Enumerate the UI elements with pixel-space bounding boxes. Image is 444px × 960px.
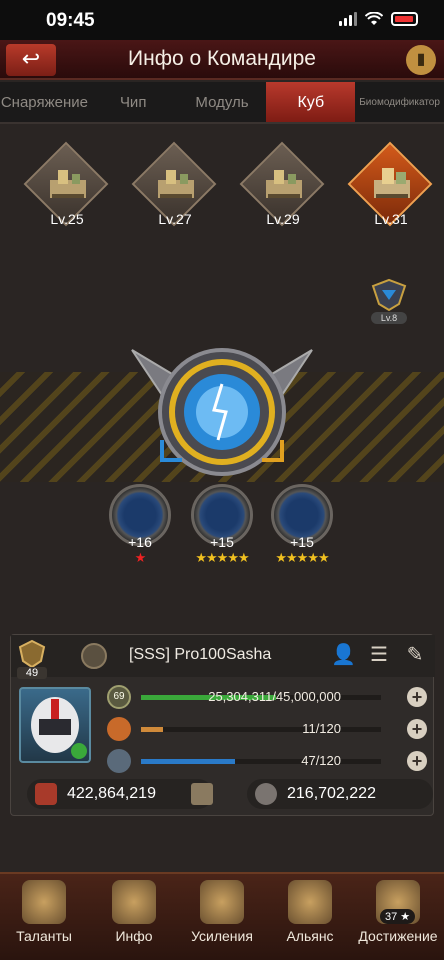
module-stars: ★★★★★ <box>275 550 329 565</box>
info-icon <box>112 880 156 924</box>
profile-settings-icon[interactable]: 👤 <box>331 643 356 667</box>
cube-level-badge[interactable]: Lv.8 <box>369 278 409 324</box>
commander-panel: 49 [SSS] Pro100Sasha 👤 ☰ ✎ 69 25,304,311… <box>10 634 435 816</box>
status-icons <box>339 12 418 26</box>
xp-row: 69 25,304,311/45,000,000 + <box>107 685 427 709</box>
xp-level-badge: 69 <box>107 685 131 709</box>
building-card[interactable]: Lv.25 <box>22 141 112 238</box>
building-card-selected[interactable]: Lv.31 <box>346 141 436 238</box>
commander-avatar[interactable] <box>19 687 91 763</box>
stamina-value: 11/120 <box>302 721 341 736</box>
stats-button[interactable]: ▮ <box>406 45 436 75</box>
module-stars: ★★★★★ <box>195 550 249 565</box>
tab-biomodifier[interactable]: Биомодификатор <box>355 82 444 122</box>
add-stamina-button[interactable]: + <box>407 719 427 739</box>
boosts-icon <box>200 880 244 924</box>
module-slots: +16 ★ +15 ★★★★★ +15 ★★★★★ <box>0 484 444 574</box>
achievement-count-badge: 37 ★ <box>380 909 416 924</box>
nav-label: Инфо <box>115 928 153 944</box>
power-info-cell <box>189 779 217 809</box>
xp-value: 25,304,311/45,000,000 <box>208 689 341 704</box>
helmet-icon <box>31 697 87 759</box>
power-info-icon[interactable] <box>191 783 213 805</box>
tab-equipment[interactable]: Снаряжение <box>0 82 89 122</box>
battery-icon <box>391 12 418 26</box>
nav-info[interactable]: Инфо <box>90 880 178 944</box>
tab-chip[interactable]: Чип <box>89 82 178 122</box>
building-level: Lv.29 <box>266 211 300 227</box>
add-xp-button[interactable]: + <box>407 687 427 707</box>
module-slot[interactable]: +15 ★★★★★ <box>268 484 336 566</box>
title-bar: ↩ Инфо о Командире ▮ <box>0 40 444 80</box>
cube-emblem-icon <box>371 278 407 312</box>
commander-header: 49 [SSS] Pro100Sasha 👤 ☰ ✎ <box>11 635 435 679</box>
tab-module[interactable]: Модуль <box>178 82 267 122</box>
stamina-capsule-icon <box>107 717 131 741</box>
module-value: +16 <box>128 534 152 550</box>
nav-alliance[interactable]: Альянс <box>266 880 354 944</box>
nav-boosts[interactable]: Усиления <box>178 880 266 944</box>
nav-label: Альянс <box>286 928 334 944</box>
stamina-row: 11/120 + <box>107 717 427 741</box>
factory-icon <box>374 168 410 198</box>
building-level: Lv.27 <box>158 211 192 227</box>
factory-icon <box>266 170 302 198</box>
status-bar: 09:45 <box>0 0 444 40</box>
list-icon[interactable]: ☰ <box>367 643 391 667</box>
energy-cube-icon <box>131 348 313 476</box>
building-level: Lv.31 <box>374 211 408 227</box>
nav-label: Достижение <box>358 928 438 944</box>
building-level: Lv.25 <box>50 211 84 227</box>
power-value: 422,864,219 <box>67 785 156 802</box>
kills-value: 216,702,222 <box>287 785 376 802</box>
alliance-crest-icon[interactable] <box>81 643 107 669</box>
talents-icon <box>22 880 66 924</box>
building-card[interactable]: Lv.29 <box>238 141 328 238</box>
kills-stat: 216,702,222 <box>247 779 433 809</box>
rank-shield-icon <box>18 639 46 669</box>
building-card[interactable]: Lv.27 <box>130 141 220 238</box>
module-value: +15 <box>290 534 314 550</box>
edit-icon[interactable]: ✎ <box>403 643 427 667</box>
building-list: Lv.25 Lv.27 Lv.29 Lv.31 <box>22 141 433 238</box>
module-stars: ★ <box>134 550 147 565</box>
energy-bolt-icon <box>107 749 131 773</box>
module-slot[interactable]: +16 ★ <box>106 484 174 566</box>
bottom-nav: Таланты Инфо Усиления Альянс Достижение <box>0 872 444 960</box>
skull-icon <box>255 783 277 805</box>
power-stat: 422,864,219 <box>27 779 213 809</box>
commander-stats: 422,864,219 216,702,222 <box>21 779 433 809</box>
bar-chart-icon: ▮ <box>416 51 426 68</box>
player-name: [SSS] Pro100Sasha <box>129 646 272 663</box>
nav-talents[interactable]: Таланты <box>0 880 88 944</box>
add-energy-button[interactable]: + <box>407 751 427 771</box>
header-actions: 👤 ☰ ✎ <box>331 643 427 667</box>
rank-badge[interactable]: 49 <box>17 639 47 679</box>
nav-label: Таланты <box>16 928 72 944</box>
signal-icon <box>339 12 357 26</box>
module-slot[interactable]: +15 ★★★★★ <box>188 484 256 566</box>
page-title: Инфо о Командире <box>128 47 316 70</box>
cube-level-label: Lv.8 <box>371 312 407 324</box>
module-value: +15 <box>210 534 234 550</box>
energy-row: 47/120 + <box>107 749 427 773</box>
energy-value: 47/120 <box>301 753 341 768</box>
power-icon <box>35 783 57 805</box>
factory-icon <box>50 170 86 198</box>
rank-level: 49 <box>17 667 47 679</box>
nav-label: Усиления <box>191 928 253 944</box>
alliance-icon <box>288 880 332 924</box>
tab-bar: Снаряжение Чип Модуль Куб Биомодификатор <box>0 82 444 124</box>
cube-core[interactable] <box>122 330 322 500</box>
wifi-icon <box>365 12 383 25</box>
status-time: 09:45 <box>46 10 95 31</box>
factory-icon <box>158 170 194 198</box>
tab-cube[interactable]: Куб <box>266 82 356 122</box>
